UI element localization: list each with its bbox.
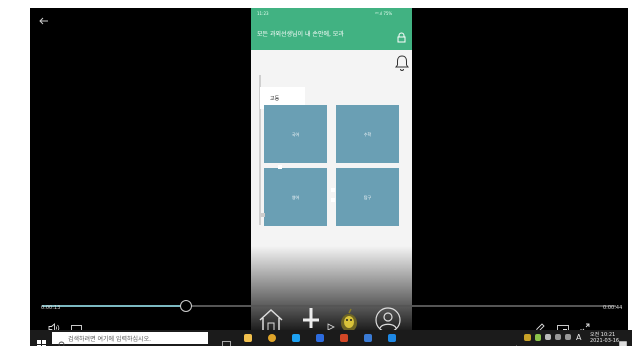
tray-app-icon[interactable] xyxy=(524,334,531,341)
tray-display-icon[interactable] xyxy=(545,334,551,340)
subject-tile-english[interactable]: 영어 xyxy=(264,168,327,226)
tray-pen-icon[interactable] xyxy=(535,334,541,341)
store-icon[interactable] xyxy=(364,334,372,342)
tray-network-icon[interactable] xyxy=(555,334,561,340)
lock-icon[interactable] xyxy=(397,28,406,43)
bell-icon[interactable] xyxy=(395,54,409,72)
search-icon xyxy=(57,334,65,346)
phone-status-bar: 11:23 ⁴ᴳ.ıl 75% xyxy=(251,8,412,20)
clock-date[interactable]: 2021-03-16 xyxy=(590,338,619,344)
tile-handle xyxy=(331,198,335,202)
search-placeholder: 검색하려면 여기에 입력하십시오. xyxy=(68,336,152,343)
tile-handle xyxy=(331,188,335,192)
profile-icon[interactable] xyxy=(375,307,401,330)
tile-handle xyxy=(278,165,282,169)
elapsed-time: 0:00:13 xyxy=(41,305,61,311)
phone-status-indicators: ⁴ᴳ.ıl 75% xyxy=(375,11,393,16)
home-icon[interactable] xyxy=(258,308,284,330)
windows-start-icon[interactable] xyxy=(37,334,46,346)
windows-taskbar: 검색하려면 여기에 입력하십시오. A 오전 10:21 2021-03-16 xyxy=(30,330,632,346)
back-arrow-icon[interactable] xyxy=(38,11,50,25)
total-time: 0:00:44 xyxy=(603,305,623,311)
chat-app-icon[interactable] xyxy=(316,334,324,342)
phone-status-time: 11:23 xyxy=(257,11,269,16)
media-app-icon[interactable] xyxy=(388,334,396,342)
mascot-icon[interactable] xyxy=(337,308,361,330)
tray-chevron-icon[interactable] xyxy=(513,335,520,346)
pen-icon[interactable] xyxy=(535,318,545,330)
chrome-icon[interactable] xyxy=(268,334,276,342)
taskbar-search-box[interactable]: 검색하려면 여기에 입력하십시오. xyxy=(52,332,208,346)
progress-thumb[interactable] xyxy=(179,300,192,312)
progress-fill xyxy=(42,305,186,307)
powerpoint-icon[interactable] xyxy=(340,334,348,342)
phone-screen: 11:23 ⁴ᴳ.ıl 75% 모든 과외선생님이 내 손안에, 모과 고등 국… xyxy=(251,8,412,330)
task-view-icon[interactable] xyxy=(222,334,231,346)
more-options-icon[interactable] xyxy=(604,322,616,325)
file-explorer-icon[interactable] xyxy=(244,334,252,342)
tray-volume-icon[interactable] xyxy=(565,334,571,340)
volume-icon[interactable] xyxy=(48,318,60,330)
fullscreen-icon[interactable] xyxy=(580,318,590,330)
twitter-icon[interactable] xyxy=(292,334,300,342)
captions-icon[interactable] xyxy=(71,319,82,330)
video-player[interactable]: 11:23 ⁴ᴳ.ıl 75% 모든 과외선생님이 내 손안에, 모과 고등 국… xyxy=(30,8,628,330)
subject-tile-korean[interactable]: 국어 xyxy=(264,105,327,163)
ime-indicator[interactable]: A xyxy=(576,333,581,342)
notification-icon[interactable] xyxy=(619,334,627,346)
clock-time[interactable]: 오전 10:21 xyxy=(590,331,615,338)
subject-tile-math[interactable]: 수학 xyxy=(336,105,399,163)
tab-label: 고등 xyxy=(270,96,280,102)
play-small-icon[interactable] xyxy=(327,316,335,330)
app-header-title: 모든 과외선생님이 내 손안에, 모과 xyxy=(257,31,344,38)
cross-icon[interactable] xyxy=(300,306,322,330)
mini-player-icon[interactable] xyxy=(557,319,569,330)
subject-tile-inquiry[interactable]: 탐구 xyxy=(336,168,399,226)
phone-app-header: 모든 과외선생님이 내 손안에, 모과 xyxy=(251,20,412,50)
screen: 11:23 ⁴ᴳ.ıl 75% 모든 과외선생님이 내 손안에, 모과 고등 국… xyxy=(0,0,632,346)
tile-handle xyxy=(261,213,265,217)
